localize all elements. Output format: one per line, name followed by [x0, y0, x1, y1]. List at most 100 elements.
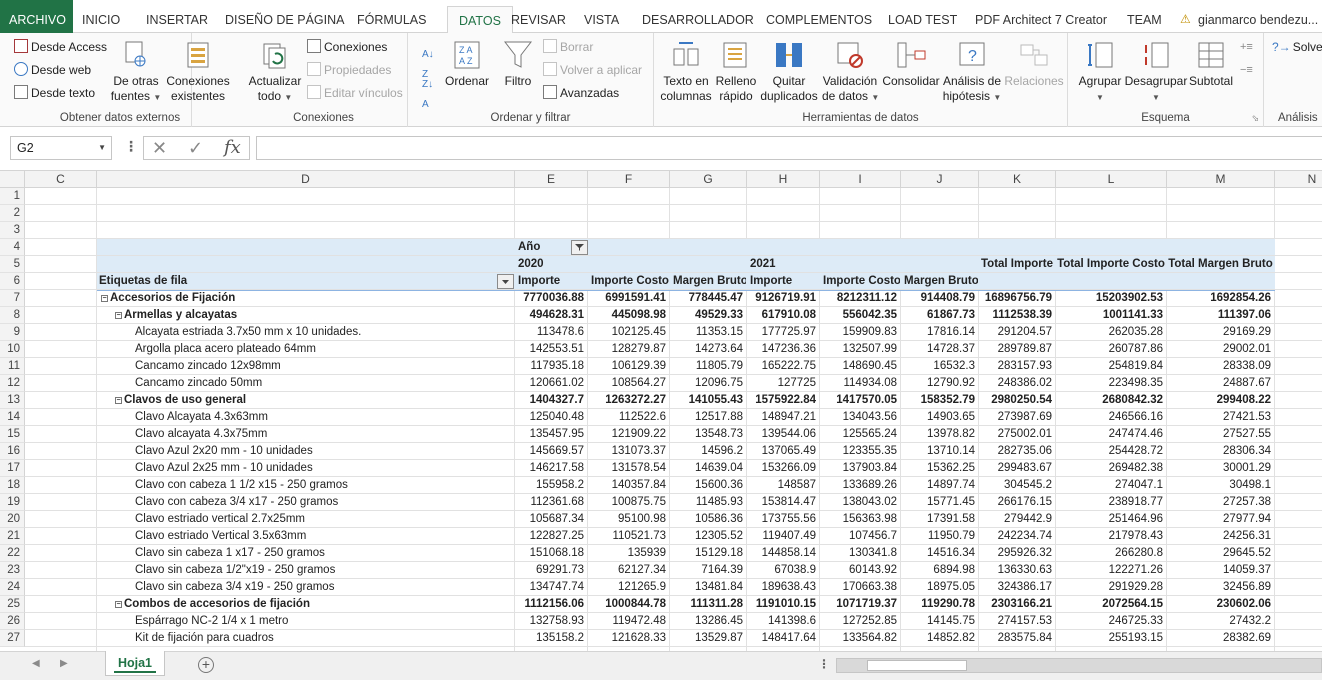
row-header[interactable]: 24	[0, 579, 25, 596]
pivot-row-label[interactable]: Clavo alcayata 4.3x75mm	[97, 426, 514, 443]
pivot-value-cell[interactable]: 14145.75	[901, 613, 978, 630]
pivot-value-cell[interactable]: 177725.97	[747, 324, 819, 341]
collapse-icon[interactable]: −	[115, 312, 122, 319]
pivot-row-label[interactable]: Clavo estriado Vertical 3.5x63mm	[97, 528, 514, 545]
from-access-button[interactable]: Desde Access	[14, 37, 107, 57]
row-header[interactable]: 2	[0, 205, 25, 222]
pivot-value-cell[interactable]: 132758.93	[515, 613, 587, 630]
column-header-f[interactable]: F	[588, 171, 670, 188]
pivot-value-cell[interactable]: 254819.84	[1056, 358, 1166, 375]
pivot-value-cell[interactable]: 28382.69	[1167, 630, 1274, 647]
pivot-row-label[interactable]: Espárrago NC-2 1/4 x 1 metro	[97, 613, 514, 630]
pivot-value-cell[interactable]: 113478.6	[515, 324, 587, 341]
ribbon-tab-pdf-architect-7-creator[interactable]: PDF Architect 7 Creator	[975, 0, 1107, 33]
pivot-value-cell[interactable]: 14728.37	[901, 341, 978, 358]
warning-icon[interactable]: ⚠	[1180, 12, 1191, 26]
pivot-value-cell[interactable]: 2680842.32	[1056, 392, 1166, 409]
column-header-n[interactable]: N	[1275, 171, 1322, 188]
sort-za-button[interactable]: Z↓ A	[422, 75, 433, 110]
ribbon-tab-load-test[interactable]: LOAD TEST	[888, 0, 957, 33]
from-web-button[interactable]: Desde web	[14, 60, 91, 80]
pivot-value-cell[interactable]: 1191010.15	[747, 596, 819, 613]
pivot-value-cell[interactable]: 158352.79	[901, 392, 978, 409]
pivot-value-cell[interactable]: 189638.43	[747, 579, 819, 596]
filter-button[interactable]: Filtro	[498, 39, 538, 89]
row-header[interactable]: 9	[0, 324, 25, 341]
pivot-col-header[interactable]: Margen Bruto	[901, 273, 978, 290]
pivot-col-header[interactable]: Total Importe	[979, 256, 1055, 273]
pivot-value-cell[interactable]: 119290.78	[901, 596, 978, 613]
pivot-value-cell[interactable]: 11805.79	[670, 358, 746, 375]
pivot-value-cell[interactable]: 295926.32	[979, 545, 1055, 562]
reapply-filter-button[interactable]: Volver a aplicar	[543, 60, 642, 80]
pivot-value-cell[interactable]: 62127.34	[588, 562, 669, 579]
pivot-value-cell[interactable]: 105687.34	[515, 511, 587, 528]
pivot-value-cell[interactable]: 14596.2	[670, 443, 746, 460]
show-detail-button[interactable]: +≡	[1240, 37, 1253, 57]
pivot-value-cell[interactable]: 137903.84	[820, 460, 900, 477]
enter-check-icon[interactable]: ✓	[188, 137, 203, 159]
pivot-value-cell[interactable]: 1000844.78	[588, 596, 669, 613]
pivot-col-header[interactable]: Importe	[515, 273, 587, 290]
pivot-value-cell[interactable]: 122271.26	[1056, 562, 1166, 579]
dialog-launcher-icon[interactable]: ⬂	[1251, 113, 1259, 124]
pivot-value-cell[interactable]: 141398.6	[747, 613, 819, 630]
pivot-value-cell[interactable]: 173755.56	[747, 511, 819, 528]
pivot-value-cell[interactable]: 148417.64	[747, 630, 819, 647]
pivot-value-cell[interactable]: 121265.9	[588, 579, 669, 596]
pivot-value-cell[interactable]: 13529.87	[670, 630, 746, 647]
pivot-value-cell[interactable]: 283157.93	[979, 358, 1055, 375]
pivot-value-cell[interactable]: 11950.79	[901, 528, 978, 545]
from-text-button[interactable]: Desde texto	[14, 83, 95, 103]
collapse-icon[interactable]: −	[115, 397, 122, 404]
pivot-value-cell[interactable]: 132507.99	[820, 341, 900, 358]
pivot-value-cell[interactable]: 29645.52	[1167, 545, 1274, 562]
pivot-value-cell[interactable]: 69291.73	[515, 562, 587, 579]
pivot-value-cell[interactable]: 1575922.84	[747, 392, 819, 409]
row-header[interactable]: 4	[0, 239, 25, 256]
pivot-value-cell[interactable]: 128279.87	[588, 341, 669, 358]
pivot-row-label[interactable]: Clavo sin cabeza 3/4 x19 - 250 gramos	[97, 579, 514, 596]
pivot-value-cell[interactable]: 12790.92	[901, 375, 978, 392]
pivot-row-label[interactable]: Argolla placa acero plateado 64mm	[97, 341, 514, 358]
pivot-row-label[interactable]: Clavo con cabeza 3/4 x17 - 250 gramos	[97, 494, 514, 511]
pivot-value-cell[interactable]: 148947.21	[747, 409, 819, 426]
pivot-value-cell[interactable]: 24256.31	[1167, 528, 1274, 545]
pivot-value-cell[interactable]: 146217.58	[515, 460, 587, 477]
pivot-value-cell[interactable]: 11485.93	[670, 494, 746, 511]
pivot-value-cell[interactable]: 125565.24	[820, 426, 900, 443]
pivot-value-cell[interactable]: 165222.75	[747, 358, 819, 375]
pivot-value-cell[interactable]: 13548.73	[670, 426, 746, 443]
pivot-value-cell[interactable]: 14897.74	[901, 477, 978, 494]
pivot-value-cell[interactable]: 137065.49	[747, 443, 819, 460]
pivot-value-cell[interactable]: 299483.67	[979, 460, 1055, 477]
pivot-row-label[interactable]: Clavo Azul 2x25 mm - 10 unidades	[97, 460, 514, 477]
pivot-value-cell[interactable]: 16896756.79	[979, 290, 1055, 307]
formula-input[interactable]	[256, 136, 1322, 160]
pivot-value-cell[interactable]: 289789.87	[979, 341, 1055, 358]
column-header-j[interactable]: J	[901, 171, 979, 188]
pivot-value-cell[interactable]: 273987.69	[979, 409, 1055, 426]
consolidate-button[interactable]: Consolidar	[882, 39, 940, 89]
pivot-row-label[interactable]: Kit de fijación para cuadros	[97, 630, 514, 647]
column-header-l[interactable]: L	[1056, 171, 1167, 188]
pivot-value-cell[interactable]: 248386.02	[979, 375, 1055, 392]
pivot-value-cell[interactable]: 7164.39	[670, 562, 746, 579]
pivot-value-cell[interactable]: 67038.9	[747, 562, 819, 579]
row-header[interactable]: 6	[0, 273, 25, 290]
pivot-value-cell[interactable]: 136330.63	[979, 562, 1055, 579]
pivot-value-cell[interactable]: 217978.43	[1056, 528, 1166, 545]
pivot-value-cell[interactable]: 125040.48	[515, 409, 587, 426]
pivot-value-cell[interactable]: 112522.6	[588, 409, 669, 426]
ribbon-tab-desarrollador[interactable]: DESARROLLADOR	[642, 0, 754, 33]
pivot-value-cell[interactable]: 102125.45	[588, 324, 669, 341]
pivot-value-cell[interactable]: 14273.64	[670, 341, 746, 358]
pivot-value-cell[interactable]: 13978.82	[901, 426, 978, 443]
pivot-value-cell[interactable]: 170663.38	[820, 579, 900, 596]
pivot-value-cell[interactable]: 291929.28	[1056, 579, 1166, 596]
pivot-col-header[interactable]: Total Margen Bruto	[1167, 256, 1274, 273]
pivot-value-cell[interactable]: 8212311.12	[820, 290, 900, 307]
row-header[interactable]: 17	[0, 460, 25, 477]
insert-function-icon[interactable]: fx	[224, 137, 241, 159]
text-to-columns-button[interactable]: Texto en columnas	[660, 39, 712, 104]
